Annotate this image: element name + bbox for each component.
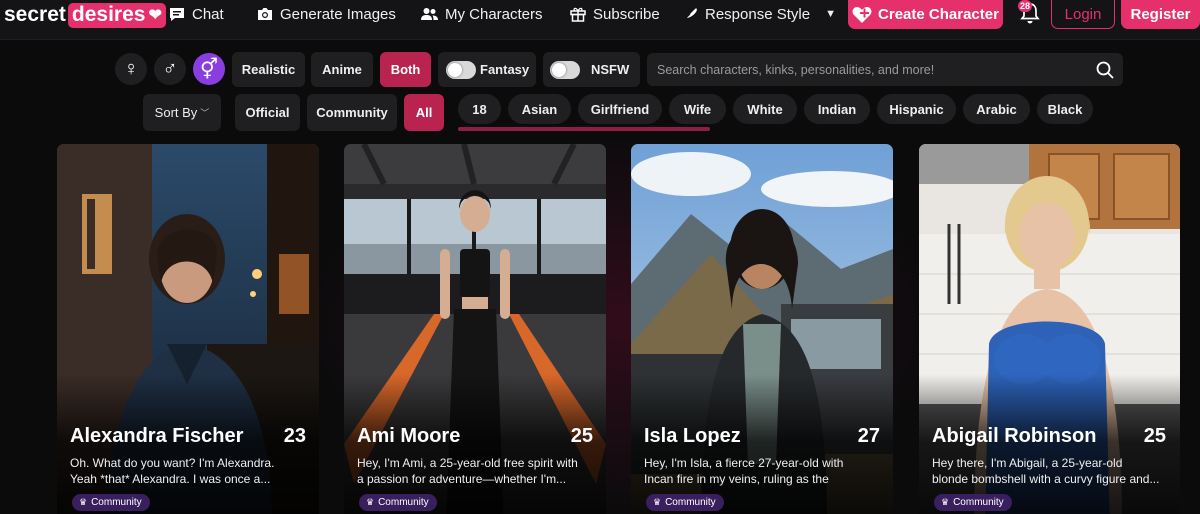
- sort-by-dropdown[interactable]: Sort By ﹀: [143, 94, 221, 131]
- register-button[interactable]: Register: [1121, 0, 1200, 29]
- character-age: 25: [1143, 425, 1166, 447]
- users-icon: [421, 8, 438, 20]
- source-all-button[interactable]: All: [404, 94, 444, 131]
- character-name: Isla Lopez: [644, 425, 741, 447]
- style-realistic-button[interactable]: Realistic: [232, 52, 305, 87]
- notification-count-badge: 28: [1018, 0, 1033, 12]
- style-anime-button[interactable]: Anime: [311, 52, 373, 87]
- character-description: Oh. What do you want? I'm Alexandra. Yea…: [70, 456, 275, 486]
- logo-word-secret: secret: [4, 3, 66, 26]
- community-badge-label: Community: [378, 497, 429, 508]
- community-badge: ♛ Community: [359, 494, 437, 511]
- logo-word-desires-box: desires ❤: [67, 2, 166, 28]
- community-badge: ♛ Community: [934, 494, 1012, 511]
- nav-response-style-label: Response Style: [705, 5, 811, 23]
- nav-generate-images[interactable]: Generate Images: [257, 0, 396, 28]
- top-navigation: secret desires ❤ Chat Generate Images My…: [0, 0, 1200, 40]
- community-icon: ♛: [941, 497, 950, 507]
- search-input[interactable]: [657, 62, 1087, 77]
- site-logo[interactable]: secret desires ❤: [4, 2, 166, 28]
- tag-indian[interactable]: Indian: [804, 94, 870, 124]
- character-description: Hey, I'm Ami, a 25-year-old free spirit …: [357, 456, 578, 486]
- nsfw-label: NSFW: [591, 62, 630, 77]
- tag-white[interactable]: White: [733, 94, 797, 124]
- heart-icon: ❤: [148, 6, 162, 24]
- community-icon: ♛: [366, 497, 375, 507]
- login-button[interactable]: Login: [1051, 0, 1115, 29]
- character-name: Alexandra Fischer: [70, 425, 244, 447]
- style-both-button[interactable]: Both: [380, 52, 431, 87]
- female-filter-button[interactable]: ♀: [115, 53, 147, 85]
- heart-plus-icon: [852, 6, 872, 23]
- trans-filter-button[interactable]: ⚥: [193, 53, 225, 85]
- character-description: Hey, I'm Isla, a fierce 27-year-old with…: [644, 456, 844, 486]
- female-icon: ♀: [123, 57, 139, 80]
- chevron-down-icon: ▼: [825, 8, 836, 20]
- character-name: Abigail Robinson: [932, 425, 1097, 447]
- sort-by-label: Sort By: [154, 105, 198, 120]
- chevron-down-icon: ﹀: [200, 108, 210, 118]
- nav-generate-images-label: Generate Images: [280, 5, 396, 23]
- nav-subscribe-label: Subscribe: [593, 5, 660, 23]
- character-card[interactable]: Isla Lopez 27 Hey, I'm Isla, a fierce 27…: [631, 144, 893, 514]
- tag-asian[interactable]: Asian: [508, 94, 571, 124]
- nav-chat-label: Chat: [192, 5, 224, 23]
- source-community-button[interactable]: Community: [307, 94, 397, 131]
- create-character-label: Create Character: [878, 6, 999, 23]
- community-badge: ♛ Community: [72, 494, 150, 511]
- tag-girlfriend[interactable]: Girlfriend: [578, 94, 662, 124]
- tag-black[interactable]: Black: [1037, 94, 1093, 124]
- male-filter-button[interactable]: ♂: [154, 53, 186, 85]
- search-bar: [647, 53, 1123, 86]
- character-age: 23: [283, 425, 306, 447]
- character-card[interactable]: Alexandra Fischer 23 Oh. What do you wan…: [57, 144, 319, 514]
- male-icon: ♂: [162, 57, 178, 80]
- nav-chat[interactable]: Chat: [169, 0, 224, 28]
- community-badge-label: Community: [953, 497, 1004, 508]
- nav-subscribe[interactable]: Subscribe: [570, 0, 660, 28]
- logo-word-desires: desires: [71, 2, 146, 26]
- nav-response-style[interactable]: Response Style ▼: [681, 0, 836, 28]
- community-badge-label: Community: [91, 497, 142, 508]
- tag-18[interactable]: 18: [458, 94, 501, 124]
- character-age: 25: [570, 425, 593, 447]
- source-official-button[interactable]: Official: [235, 94, 300, 131]
- create-character-button[interactable]: Create Character: [848, 0, 1003, 29]
- community-icon: ♛: [79, 497, 88, 507]
- character-card[interactable]: Ami Moore 25 Hey, I'm Ami, a 25-year-old…: [344, 144, 606, 514]
- community-icon: ♛: [653, 497, 662, 507]
- nsfw-toggle-switch[interactable]: [550, 60, 580, 79]
- character-name: Ami Moore: [357, 425, 461, 447]
- character-card[interactable]: Abigail Robinson 25 Hey there, I'm Abiga…: [919, 144, 1180, 514]
- nav-my-characters[interactable]: My Characters: [421, 0, 543, 28]
- tag-hispanic[interactable]: Hispanic: [877, 94, 956, 124]
- camera-icon: [258, 8, 272, 20]
- fantasy-toggle-switch[interactable]: [446, 60, 476, 79]
- tag-arabic[interactable]: Arabic: [963, 94, 1030, 124]
- character-description: Hey there, I'm Abigail, a 25-year-old bl…: [932, 456, 1160, 486]
- nav-my-characters-label: My Characters: [445, 5, 543, 23]
- feather-icon: [681, 8, 697, 22]
- character-age: 27: [857, 425, 880, 447]
- fantasy-label: Fantasy: [480, 62, 530, 77]
- community-badge: ♛ Community: [646, 494, 724, 511]
- tag-wife[interactable]: Wife: [669, 94, 726, 124]
- gift-icon: [570, 7, 586, 22]
- community-badge-label: Community: [665, 497, 716, 508]
- search-icon[interactable]: [1087, 53, 1123, 86]
- transgender-icon: ⚥: [199, 58, 219, 81]
- nsfw-toggle[interactable]: NSFW: [543, 52, 640, 87]
- fantasy-toggle[interactable]: Fantasy: [438, 52, 536, 87]
- chat-icon: [170, 7, 184, 21]
